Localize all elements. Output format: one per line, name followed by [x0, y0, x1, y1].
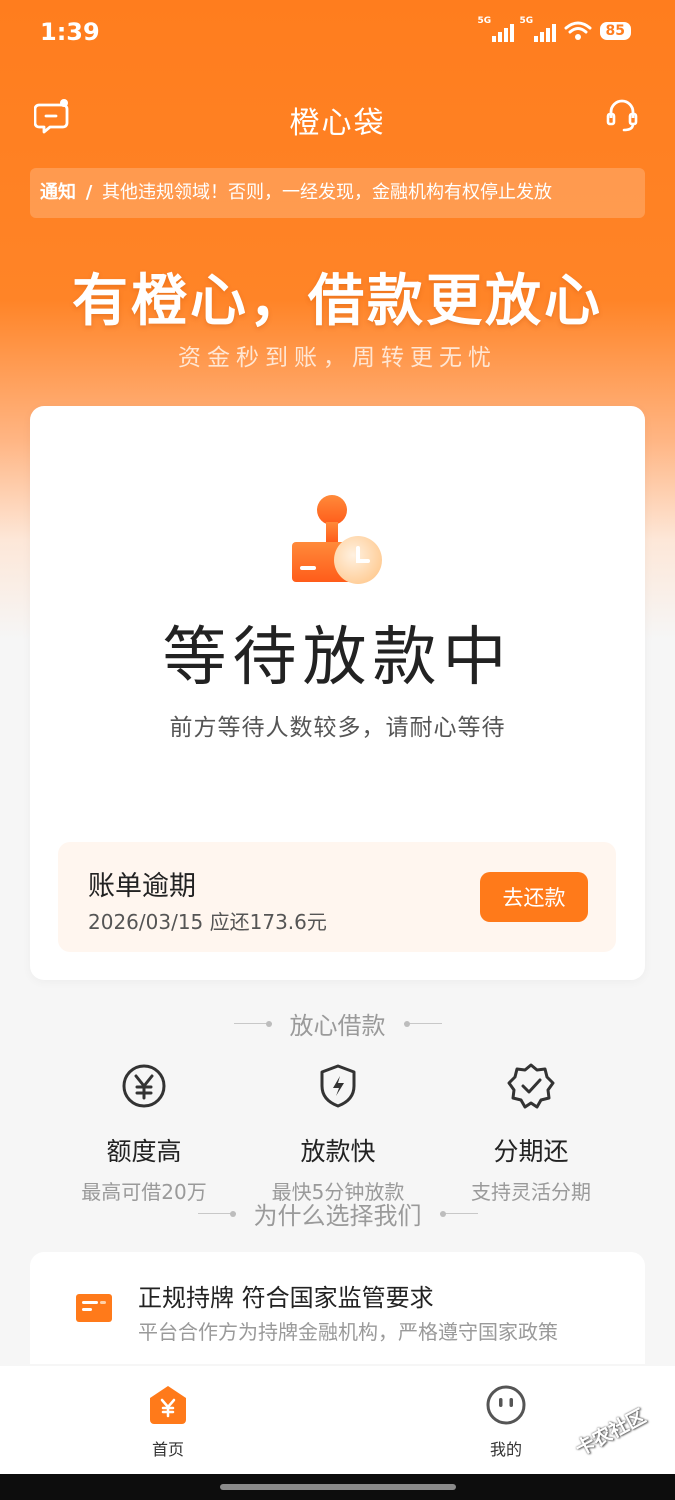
clock: 1:39 — [40, 18, 100, 46]
licensed-title: 正规持牌 符合国家监管要求 — [138, 1284, 434, 1312]
feature-title: 放款快 — [300, 1137, 376, 1166]
section-title: 为什么选择我们 — [253, 1202, 422, 1230]
divider-left — [233, 1019, 272, 1029]
feature-fast-loan: 放款快 最快5分钟放款 — [228, 1062, 448, 1205]
lightning-shield-icon — [320, 1064, 356, 1108]
home-indicator[interactable] — [220, 1484, 456, 1490]
section-title: 放心借款 — [289, 1012, 386, 1040]
bill-title: 账单逾期 — [88, 871, 196, 902]
battery-indicator: 85 — [599, 22, 631, 40]
features-section-heading: 放心借款 — [0, 1006, 675, 1041]
hero-slogan: 有橙心，借款更放心 — [72, 269, 603, 334]
hero-subslogan: 资金秒到账，周转更无忧 — [178, 345, 497, 371]
license-card-icon — [76, 1294, 112, 1322]
status-description: 前方等待人数较多，请耐心等待 — [169, 715, 506, 741]
yuan-circle-icon — [122, 1064, 166, 1108]
divider-left — [197, 1209, 236, 1219]
signal-icon: 5G — [478, 16, 514, 42]
signal-icon: 5G — [520, 16, 556, 42]
overdue-bill-panel: 账单逾期 2026/03/15 应还173.6元 去还款 — [58, 842, 616, 952]
nav-bar: 橙心袋 — [0, 90, 675, 146]
why-section-heading: 为什么选择我们 — [0, 1196, 675, 1231]
feature-title: 额度高 — [106, 1137, 182, 1166]
check-badge-icon — [507, 1063, 555, 1109]
notice-separator: / — [85, 182, 93, 203]
stamp-clock-icon — [292, 495, 382, 584]
feature-title: 分期还 — [493, 1137, 569, 1166]
headset-icon[interactable] — [603, 96, 641, 134]
bottom-tab-bar: 首页 我的 — [0, 1366, 675, 1474]
divider-right — [439, 1209, 478, 1219]
bill-due-info: 2026/03/15 应还173.6元 — [88, 910, 327, 934]
licensed-description: 平台合作方为持牌金融机构，严格遵守国家政策 — [138, 1320, 558, 1344]
feature-high-limit: 额度高 最高可借20万 — [34, 1062, 254, 1205]
loan-status-card: 等待放款中 前方等待人数较多，请耐心等待 账单逾期 2026/03/15 应还1… — [30, 406, 645, 980]
face-icon — [486, 1385, 526, 1425]
status-title: 等待放款中 — [162, 621, 513, 695]
tab-label: 我的 — [489, 1440, 522, 1459]
repay-button[interactable]: 去还款 — [480, 872, 588, 922]
tab-home[interactable]: 首页 — [108, 1384, 228, 1460]
status-bar: 1:39 5G 5G 85 — [0, 0, 675, 66]
tab-label: 首页 — [151, 1440, 184, 1459]
feature-installment: 分期还 支持灵活分期 — [421, 1062, 641, 1205]
notice-text: 其他违规领域！否则，一经发现，金融机构有权停止发放 — [102, 182, 553, 203]
notice-bar[interactable]: 通知 / 其他违规领域！否则，一经发现，金融机构有权停止发放 — [30, 168, 645, 218]
divider-right — [403, 1019, 442, 1029]
status-icons: 5G 5G 85 — [478, 16, 631, 42]
tab-mine[interactable]: 我的 — [446, 1384, 566, 1460]
home-yuan-icon — [150, 1386, 186, 1424]
page-title: 橙心袋 — [289, 106, 386, 141]
wifi-icon — [564, 21, 592, 40]
system-nav-bar — [0, 1474, 675, 1500]
notice-label: 通知 — [40, 182, 76, 203]
licensed-card: 正规持牌 符合国家监管要求 平台合作方为持牌金融机构，严格遵守国家政策 — [30, 1252, 645, 1364]
